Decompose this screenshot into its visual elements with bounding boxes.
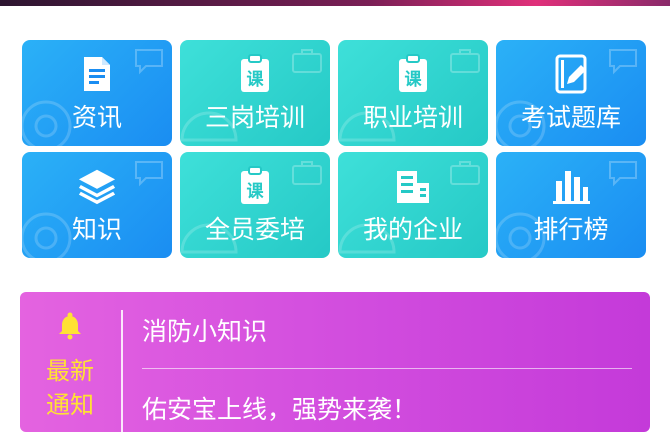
menu-tile-all-staff-training[interactable]: 课 全员委培	[180, 152, 330, 258]
menu-tile-label: 知识	[71, 215, 122, 244]
course-clipboard-icon: 课	[393, 54, 433, 94]
menu-grid: 资讯 课 三岗培训 课 职业培训 考试题库 知识 课 全员委培 我的企业 排行榜	[0, 0, 670, 270]
briefcase-icon	[292, 49, 322, 73]
notice-panel: 最新 通知 消防小知识 佑安宝上线，强势来袭！	[20, 292, 650, 432]
chat-bubble-icon	[135, 49, 163, 75]
layers-stack-icon	[77, 166, 117, 206]
course-badge-text: 课	[246, 182, 264, 202]
notice-item[interactable]: 消防小知识	[142, 316, 267, 348]
bar-chart-icon	[551, 166, 591, 206]
course-clipboard-icon: 课	[235, 166, 275, 206]
menu-tile-my-enterprise[interactable]: 我的企业	[338, 152, 488, 258]
menu-tile-news[interactable]: 资讯	[22, 40, 172, 146]
notice-tag-column: 最新 通知	[20, 292, 120, 432]
course-badge-text: 课	[404, 70, 422, 90]
notice-divider-vertical	[121, 310, 123, 432]
enterprise-building-icon	[393, 166, 433, 206]
menu-tile-label: 全员委培	[204, 215, 305, 244]
menu-tile-exam-bank[interactable]: 考试题库	[496, 40, 646, 146]
bell-icon	[59, 312, 81, 340]
chat-bubble-icon	[609, 49, 637, 75]
briefcase-icon	[450, 49, 480, 73]
menu-tile-leaderboard[interactable]: 排行榜	[496, 152, 646, 258]
news-doc-icon	[77, 54, 117, 94]
chat-bubble-icon	[609, 161, 637, 187]
notice-tag-line2: 通知	[46, 391, 94, 419]
menu-tile-label: 排行榜	[533, 215, 609, 244]
menu-tile-vocational-training[interactable]: 课 职业培训	[338, 40, 488, 146]
briefcase-icon	[292, 161, 322, 185]
notice-item[interactable]: 佑安宝上线，强势来袭！	[142, 394, 417, 426]
menu-tile-label: 职业培训	[362, 103, 463, 132]
menu-tile-label: 我的企业	[362, 215, 463, 244]
notice-divider	[142, 368, 632, 369]
notice-tag-line1: 最新	[46, 357, 94, 385]
menu-tile-knowledge[interactable]: 知识	[22, 152, 172, 258]
menu-tile-label: 三岗培训	[204, 103, 305, 132]
exam-notebook-icon	[551, 54, 591, 94]
menu-tile-three-post-training[interactable]: 课 三岗培训	[180, 40, 330, 146]
chat-bubble-icon	[135, 161, 163, 187]
menu-tile-label: 考试题库	[520, 103, 621, 132]
course-clipboard-icon: 课	[235, 54, 275, 94]
menu-tile-label: 资讯	[71, 103, 122, 132]
course-badge-text: 课	[246, 70, 264, 90]
briefcase-icon	[450, 161, 480, 185]
